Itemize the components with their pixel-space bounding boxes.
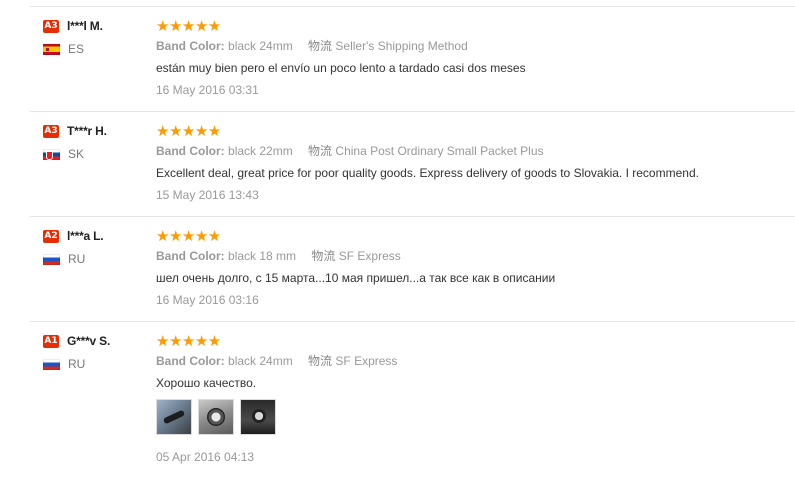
shipping-method: China Post Ordinary Small Packet Plus <box>335 144 544 158</box>
review-date: 15 May 2016 13:43 <box>156 188 259 202</box>
star-rating: ★★★★★ <box>156 332 221 350</box>
review-text: están muy bien pero el envío un poco len… <box>156 61 526 75</box>
review-divider <box>30 321 795 322</box>
buyer-info: A2 l***a L. RU <box>43 228 143 266</box>
band-color-value: black 22mm <box>228 144 293 158</box>
shipping-method: SF Express <box>335 354 398 368</box>
shipping-label: 物流 <box>308 39 333 53</box>
band-color-label: Band Color: <box>156 354 225 368</box>
buyer-info: A3 l***l M. ES <box>43 18 143 56</box>
slovakia-flag-icon <box>43 148 60 160</box>
shipping-method: SF Express <box>338 249 401 263</box>
buyer-name[interactable]: l***l M. <box>67 19 103 33</box>
review-meta: Band Color: black 18 mm 物流 SF Express <box>156 248 776 264</box>
band-color-label: Band Color: <box>156 39 225 53</box>
shipping-label: 物流 <box>308 144 333 158</box>
buyer-info: A3 T***r H. SK <box>43 123 143 161</box>
spain-flag-icon <box>43 43 60 55</box>
review-text: Хорошо качество. <box>156 376 257 390</box>
buyer-level-badge: A3 <box>43 19 59 33</box>
band-color-label: Band Color: <box>156 249 225 263</box>
buyer-name[interactable]: T***r H. <box>67 124 107 138</box>
country-code: RU <box>68 252 86 266</box>
shipping-label: 物流 <box>311 249 336 263</box>
buyer-name[interactable]: G***v S. <box>67 334 110 348</box>
review-item: A3 T***r H. SK ★★★★★ Band Color: black 2… <box>0 123 795 217</box>
russia-flag-icon <box>43 358 60 370</box>
buyer-name[interactable]: l***a L. <box>67 229 104 243</box>
review-content: ★★★★★ Band Color: black 22mm 物流 China Po… <box>156 123 776 203</box>
review-item: A1 G***v S. RU ★★★★★ Band Color: black 2… <box>0 333 795 473</box>
review-meta: Band Color: black 22mm 物流 China Post Ord… <box>156 143 776 159</box>
review-meta: Band Color: black 24mm 物流 SF Express <box>156 353 776 369</box>
review-date: 16 May 2016 03:31 <box>156 83 259 97</box>
star-rating: ★★★★★ <box>156 122 221 140</box>
review-item: A2 l***a L. RU ★★★★★ Band Color: black 1… <box>0 228 795 322</box>
review-text: шел очень долго, с 15 марта...10 мая при… <box>156 271 556 285</box>
review-date: 16 May 2016 03:16 <box>156 293 259 307</box>
review-content: ★★★★★ Band Color: black 18 mm 物流 SF Expr… <box>156 228 776 308</box>
buyer-level-badge: A1 <box>43 334 59 348</box>
country-code: SK <box>68 147 85 161</box>
country-code: ES <box>68 42 85 56</box>
review-content: ★★★★★ Band Color: black 24mm 物流 Seller's… <box>156 18 776 98</box>
review-divider <box>30 111 795 112</box>
review-photo-thumbnail[interactable] <box>156 399 192 435</box>
buyer-level-badge: A2 <box>43 229 59 243</box>
review-photos <box>156 399 776 435</box>
review-text: Excellent deal, great price for poor qua… <box>156 166 699 180</box>
shipping-method: Seller's Shipping Method <box>335 39 468 53</box>
review-item: A3 l***l M. ES ★★★★★ Band Color: black 2… <box>0 18 795 112</box>
band-color-value: black 18 mm <box>228 249 297 263</box>
review-photo-thumbnail[interactable] <box>198 399 234 435</box>
top-divider <box>30 6 795 7</box>
review-photo-thumbnail[interactable] <box>240 399 276 435</box>
buyer-level-badge: A3 <box>43 124 59 138</box>
country-code: RU <box>68 357 86 371</box>
band-color-label: Band Color: <box>156 144 225 158</box>
russia-flag-icon <box>43 253 60 265</box>
buyer-info: A1 G***v S. RU <box>43 333 143 371</box>
star-rating: ★★★★★ <box>156 227 221 245</box>
star-rating: ★★★★★ <box>156 17 221 35</box>
review-date: 05 Apr 2016 04:13 <box>156 450 255 464</box>
review-meta: Band Color: black 24mm 物流 Seller's Shipp… <box>156 38 776 54</box>
band-color-value: black 24mm <box>228 39 293 53</box>
band-color-value: black 24mm <box>228 354 293 368</box>
review-content: ★★★★★ Band Color: black 24mm 物流 SF Expre… <box>156 333 776 465</box>
shipping-label: 物流 <box>308 354 333 368</box>
review-divider <box>30 216 795 217</box>
